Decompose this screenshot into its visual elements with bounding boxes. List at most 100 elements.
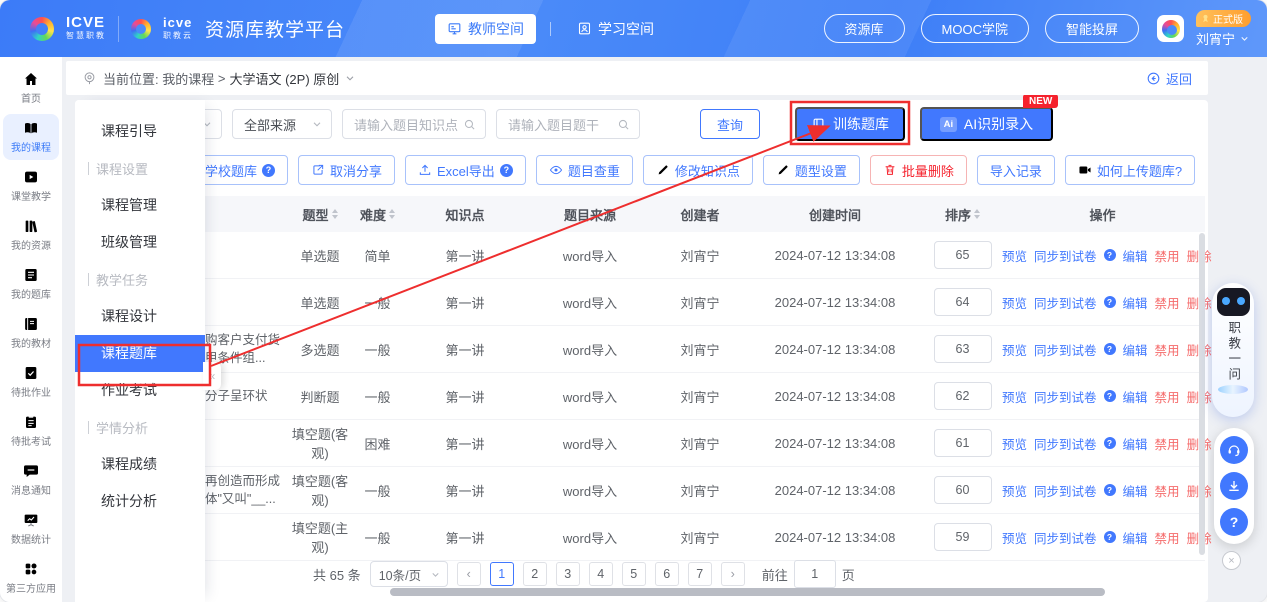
page-button-7[interactable]: 7 bbox=[688, 562, 712, 586]
course-menu-item-0[interactable]: 课程引导 bbox=[75, 113, 205, 150]
knowledge-search-input[interactable]: 请输入题目知识点 bbox=[342, 109, 486, 139]
sidebar-item-5[interactable]: 我的教材 bbox=[3, 310, 59, 356]
ai-recognize-button[interactable]: Ai AI识别录入 bbox=[920, 107, 1053, 141]
horizontal-scrollbar[interactable] bbox=[390, 588, 1105, 596]
order-input[interactable]: 64 bbox=[934, 288, 992, 316]
toolbar-button-8[interactable]: 如何上传题库? bbox=[1065, 155, 1195, 185]
action-预览[interactable]: 预览 bbox=[1002, 293, 1027, 312]
help-icon[interactable]: ? bbox=[1104, 296, 1116, 308]
back-button[interactable]: 返回 bbox=[1146, 69, 1192, 88]
help-icon[interactable]: ? bbox=[262, 164, 275, 177]
sort-icon[interactable] bbox=[389, 209, 395, 219]
action-编辑[interactable]: 编辑 bbox=[1123, 387, 1148, 406]
page-button-2[interactable]: 2 bbox=[523, 562, 547, 586]
action-编辑[interactable]: 编辑 bbox=[1123, 246, 1148, 265]
source-select[interactable]: 全部来源 bbox=[232, 109, 332, 139]
column-header-1[interactable]: 难度 bbox=[350, 205, 405, 224]
train-bank-button[interactable]: 训练题库 bbox=[795, 107, 905, 141]
action-同步到试卷[interactable]: 同步到试卷 bbox=[1034, 528, 1097, 547]
sort-icon[interactable] bbox=[332, 209, 338, 219]
sidebar-item-7[interactable]: 待批考试 bbox=[3, 408, 59, 454]
sidebar-item-0[interactable]: 首页 bbox=[3, 65, 59, 111]
course-dropdown-icon[interactable] bbox=[344, 72, 356, 84]
action-编辑[interactable]: 编辑 bbox=[1123, 340, 1148, 359]
page-button-4[interactable]: 4 bbox=[589, 562, 613, 586]
page-button-6[interactable]: 6 bbox=[655, 562, 679, 586]
page-size-select[interactable]: 10条/页 bbox=[370, 561, 448, 587]
action-同步到试卷[interactable]: 同步到试卷 bbox=[1034, 293, 1097, 312]
help-icon[interactable]: ? bbox=[500, 164, 513, 177]
close-floating-button[interactable]: × bbox=[1222, 551, 1241, 570]
help-icon[interactable]: ? bbox=[1104, 437, 1116, 449]
order-input[interactable]: 59 bbox=[934, 523, 992, 551]
course-menu-item-7[interactable]: 作业考试 bbox=[75, 372, 205, 409]
toolbar-button-7[interactable]: 导入记录 bbox=[977, 155, 1055, 185]
sidebar-item-10[interactable]: 第三方应用 bbox=[3, 555, 59, 601]
help-icon[interactable]: ? bbox=[1104, 343, 1116, 355]
header-link-1[interactable]: MOOC学院 bbox=[921, 14, 1029, 43]
page-button-5[interactable]: 5 bbox=[622, 562, 646, 586]
breadcrumb-course[interactable]: 大学语文 (2P) 原创 bbox=[229, 69, 339, 88]
action-同步到试卷[interactable]: 同步到试卷 bbox=[1034, 246, 1097, 265]
sidebar-item-8[interactable]: 消息通知 bbox=[3, 457, 59, 503]
action-编辑[interactable]: 编辑 bbox=[1123, 528, 1148, 547]
tab-student-space[interactable]: 学习空间 bbox=[565, 14, 666, 44]
support-button[interactable] bbox=[1220, 436, 1248, 464]
course-menu-item-9[interactable]: 课程成绩 bbox=[75, 446, 205, 483]
goto-page-input[interactable] bbox=[794, 560, 836, 588]
app-icon[interactable] bbox=[1157, 15, 1184, 42]
action-预览[interactable]: 预览 bbox=[1002, 340, 1027, 359]
prev-page-button[interactable]: ‹ bbox=[457, 562, 481, 586]
course-menu-item-6[interactable]: 课程题库 bbox=[75, 335, 205, 372]
order-input[interactable]: 65 bbox=[934, 241, 992, 269]
help-button[interactable]: ? bbox=[1220, 508, 1248, 536]
toolbar-button-1[interactable]: 取消分享 bbox=[298, 155, 395, 185]
search-button[interactable]: 查询 bbox=[700, 109, 760, 139]
action-预览[interactable]: 预览 bbox=[1002, 246, 1027, 265]
column-header-6[interactable]: 排序 bbox=[925, 205, 1000, 224]
download-button[interactable] bbox=[1220, 472, 1248, 500]
user-menu[interactable]: 刘宵宁 bbox=[1196, 29, 1250, 48]
header-link-0[interactable]: 资源库 bbox=[824, 14, 905, 43]
sidebar-item-6[interactable]: 待批作业 bbox=[3, 359, 59, 405]
action-禁用[interactable]: 禁用 bbox=[1155, 434, 1180, 453]
help-icon[interactable]: ? bbox=[1104, 390, 1116, 402]
help-icon[interactable]: ? bbox=[1104, 531, 1116, 543]
breadcrumb-path[interactable]: 我的课程 bbox=[162, 69, 214, 88]
course-menu-item-10[interactable]: 统计分析 bbox=[75, 483, 205, 520]
help-icon[interactable]: ? bbox=[1104, 484, 1116, 496]
sidebar-item-3[interactable]: 我的资源 bbox=[3, 212, 59, 258]
action-预览[interactable]: 预览 bbox=[1002, 528, 1027, 547]
sidebar-item-1[interactable]: 我的课程 bbox=[3, 114, 59, 160]
tab-teacher-space[interactable]: 教师空间 bbox=[435, 14, 536, 44]
collapse-menu-handle[interactable]: « bbox=[203, 362, 221, 390]
toolbar-button-6[interactable]: 批量删除 bbox=[870, 155, 967, 185]
action-预览[interactable]: 预览 bbox=[1002, 387, 1027, 406]
action-禁用[interactable]: 禁用 bbox=[1155, 481, 1180, 500]
sidebar-item-9[interactable]: 数据统计 bbox=[3, 506, 59, 552]
course-menu-item-2[interactable]: 课程管理 bbox=[75, 187, 205, 224]
toolbar-button-2[interactable]: Excel导出? bbox=[405, 155, 526, 185]
help-icon[interactable]: ? bbox=[1104, 249, 1116, 261]
action-禁用[interactable]: 禁用 bbox=[1155, 387, 1180, 406]
assistant-widget[interactable]: 职教一问 bbox=[1212, 283, 1254, 417]
action-同步到试卷[interactable]: 同步到试卷 bbox=[1034, 481, 1097, 500]
action-禁用[interactable]: 禁用 bbox=[1155, 246, 1180, 265]
toolbar-button-3[interactable]: 题目查重 bbox=[536, 155, 633, 185]
action-编辑[interactable]: 编辑 bbox=[1123, 481, 1148, 500]
column-header-0[interactable]: 题型 bbox=[290, 205, 350, 224]
action-预览[interactable]: 预览 bbox=[1002, 434, 1027, 453]
vertical-scrollbar[interactable] bbox=[1199, 233, 1205, 555]
header-link-2[interactable]: 智能投屏 bbox=[1045, 14, 1139, 43]
action-同步到试卷[interactable]: 同步到试卷 bbox=[1034, 340, 1097, 359]
page-button-3[interactable]: 3 bbox=[556, 562, 580, 586]
stem-search-input[interactable]: 请输入题目题干 bbox=[496, 109, 640, 139]
toolbar-button-5[interactable]: 题型设置 bbox=[763, 155, 860, 185]
page-button-1[interactable]: 1 bbox=[490, 562, 514, 586]
action-禁用[interactable]: 禁用 bbox=[1155, 340, 1180, 359]
action-同步到试卷[interactable]: 同步到试卷 bbox=[1034, 434, 1097, 453]
action-预览[interactable]: 预览 bbox=[1002, 481, 1027, 500]
order-input[interactable]: 63 bbox=[934, 335, 992, 363]
action-编辑[interactable]: 编辑 bbox=[1123, 293, 1148, 312]
order-input[interactable]: 61 bbox=[934, 429, 992, 457]
